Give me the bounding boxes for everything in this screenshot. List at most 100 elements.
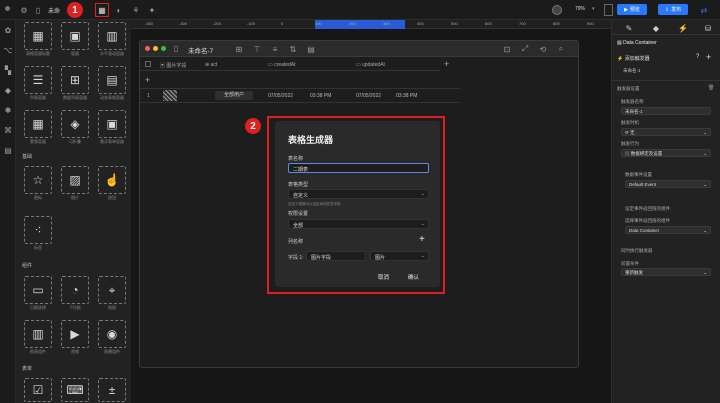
zoom-level[interactable]: 79% — [575, 6, 585, 12]
tile-label: 直播组件 — [104, 349, 120, 354]
col-header-act[interactable]: ⊕ act — [205, 62, 217, 68]
add-column-button[interactable]: + — [444, 59, 449, 69]
help-icon[interactable]: ? — [696, 54, 699, 60]
add-row-button[interactable]: + — [145, 75, 150, 85]
table-type-select[interactable]: 自定义 ⌄ — [288, 189, 429, 199]
image-tile[interactable]: ▨ — [61, 166, 89, 194]
device-icon[interactable] — [604, 4, 613, 16]
layer-tab-icon[interactable]: ◆ — [651, 23, 661, 33]
input-tile[interactable]: ⌨ — [61, 378, 89, 402]
data-tab-icon[interactable]: ⛁ — [703, 23, 713, 33]
maximize-dot-icon[interactable] — [161, 46, 166, 51]
layout-icon[interactable]: ⊡ — [502, 44, 512, 54]
live-icon: ◉ — [106, 327, 118, 341]
trigger-tab-icon[interactable]: ⚡ — [678, 23, 688, 33]
collapse-tile[interactable]: ◈ — [61, 110, 89, 138]
grid-view-icon[interactable]: ⊞ — [234, 44, 244, 54]
date-picker-tile[interactable]: ▭ — [24, 276, 52, 304]
tree-icon[interactable]: ⌥ — [2, 44, 14, 56]
updated-time: 03:38 PM — [396, 93, 418, 99]
logo-icon — [5, 6, 10, 11]
return-component-select[interactable]: Data Container ⌄ — [625, 226, 711, 234]
col-header-updated[interactable]: ▭ updatedAt — [356, 62, 385, 68]
field-type-select[interactable]: 图片 ⌄ — [370, 251, 429, 261]
list-container-tile[interactable]: ☰ — [24, 66, 52, 94]
map-tile[interactable]: ⌖ — [98, 276, 126, 304]
component-library-icon[interactable]: ✿ — [2, 24, 14, 36]
video-tile[interactable]: ▶ — [61, 320, 89, 348]
table-icon[interactable]: ▤ — [2, 144, 14, 156]
trigger-time-select[interactable]: ⟳ 无 ⌄ — [621, 128, 711, 136]
field-name-input[interactable]: 图片字段 — [306, 251, 366, 261]
permission-label: 权限设置 — [288, 211, 309, 217]
close-dot-icon[interactable] — [145, 46, 150, 51]
shape-icon[interactable]: ◐ — [114, 4, 124, 16]
add-trigger-row[interactable]: ⚡ 添加触发器 — [617, 55, 650, 62]
add-trigger-icon[interactable]: + — [706, 52, 711, 62]
button-tile[interactable]: ☝ — [98, 166, 126, 194]
sidebar-toggle-icon[interactable]: ▯ — [32, 4, 44, 16]
data-event-select[interactable]: Default Event ⌄ — [625, 180, 711, 188]
component-icon[interactable]: ⚘ — [131, 4, 141, 16]
delete-icon[interactable]: 🗑 — [708, 85, 714, 91]
zoom-chevron-icon[interactable]: ▾ — [592, 6, 595, 12]
chart-tile[interactable]: ▥ — [24, 320, 52, 348]
publish-button[interactable]: ⇪ 发布 — [658, 4, 688, 15]
refresh-icon[interactable]: ⟲ — [538, 44, 548, 54]
trigger-name-tag[interactable]: 未命名-1 — [623, 68, 641, 74]
container-title: ▤ Data Container — [617, 40, 657, 46]
dropdown-tile[interactable]: ◔ — [61, 276, 89, 304]
col-header-image[interactable]: ▣ 图片字段 — [160, 62, 186, 69]
code-icon[interactable]: ⌘ — [2, 124, 14, 136]
add-column-icon[interactable]: + — [419, 234, 425, 245]
sidebar-icon[interactable]: ▯ — [172, 44, 180, 53]
pin-icon: ⌖ — [108, 282, 116, 297]
label-tile[interactable]: ⁖ — [24, 216, 52, 244]
share-icon[interactable]: ⇄ — [698, 4, 710, 16]
checkbox-tile[interactable]: ☑ — [24, 378, 52, 402]
expand-icon[interactable]: ⤢ — [520, 44, 530, 54]
permission-select[interactable]: 全部 ⌄ — [288, 219, 429, 229]
condition-select[interactable]: 重新触发 ⌄ — [621, 268, 711, 276]
minimize-dot-icon[interactable] — [153, 46, 158, 51]
edit-icon[interactable]: ▤ — [306, 44, 316, 54]
pie-icon: ◔ — [71, 283, 79, 297]
theme-toggle-icon[interactable] — [552, 5, 562, 15]
ruler-tick-label: -100 — [247, 21, 256, 26]
dialog-title: 表格生成器 — [288, 135, 334, 145]
tile-label: 列表容器 — [30, 95, 46, 100]
live-tile[interactable]: ◉ — [98, 320, 126, 348]
layers-icon[interactable]: ◆ — [2, 84, 14, 96]
field-1-label: 字段 1: — [288, 255, 304, 261]
data-list-tile[interactable]: ⊞ — [61, 66, 89, 94]
table-generator-button[interactable]: ▦ — [95, 3, 109, 17]
float-form-tile[interactable]: ▣ — [98, 110, 126, 138]
ruler-tick-label: 400 — [417, 21, 424, 26]
table-name-input[interactable]: 二期表 — [288, 163, 429, 173]
pointer-icon[interactable]: ✦ — [147, 4, 157, 16]
plugin-icon[interactable]: ✱ — [2, 104, 14, 116]
filter-icon[interactable]: ⊤ — [252, 44, 262, 54]
search-icon[interactable]: ⌕ — [556, 44, 566, 54]
select-all-checkbox[interactable] — [145, 61, 151, 67]
dynamic-table-tile[interactable]: ▤ — [98, 66, 126, 94]
preview-button[interactable]: ▶ 预览 — [617, 4, 647, 15]
icon-tile[interactable]: ☆ — [24, 166, 52, 194]
stepper-tile[interactable]: ± — [98, 378, 126, 402]
trigger-action-select[interactable]: ▤ 数据绑定及设置 ⌄ — [621, 149, 711, 157]
tab-title[interactable]: 未命 — [48, 6, 60, 15]
col-header-created[interactable]: ▭ createdAt — [268, 62, 296, 68]
group-icon[interactable]: ⇅ — [288, 44, 298, 54]
confirm-button[interactable]: 确认 — [408, 273, 419, 281]
trigger-action-label: 触发行为 — [621, 141, 639, 146]
cancel-button[interactable]: 取消 — [378, 273, 389, 281]
settings-icon[interactable]: ⚙ — [18, 4, 30, 16]
scroll-container-tile[interactable]: ▥ — [98, 22, 126, 50]
trigger-name-input[interactable]: 未命名-1 — [621, 107, 711, 115]
style-tab-icon[interactable]: ✎ — [624, 23, 634, 33]
chart-icon[interactable]: ▚ — [2, 64, 14, 76]
table-container-tile[interactable]: ▦ — [24, 22, 52, 50]
container-tile[interactable]: ▣ — [61, 22, 89, 50]
sort-icon[interactable]: ≡ — [270, 44, 280, 54]
mask-container-tile[interactable]: ▦ — [24, 110, 52, 138]
